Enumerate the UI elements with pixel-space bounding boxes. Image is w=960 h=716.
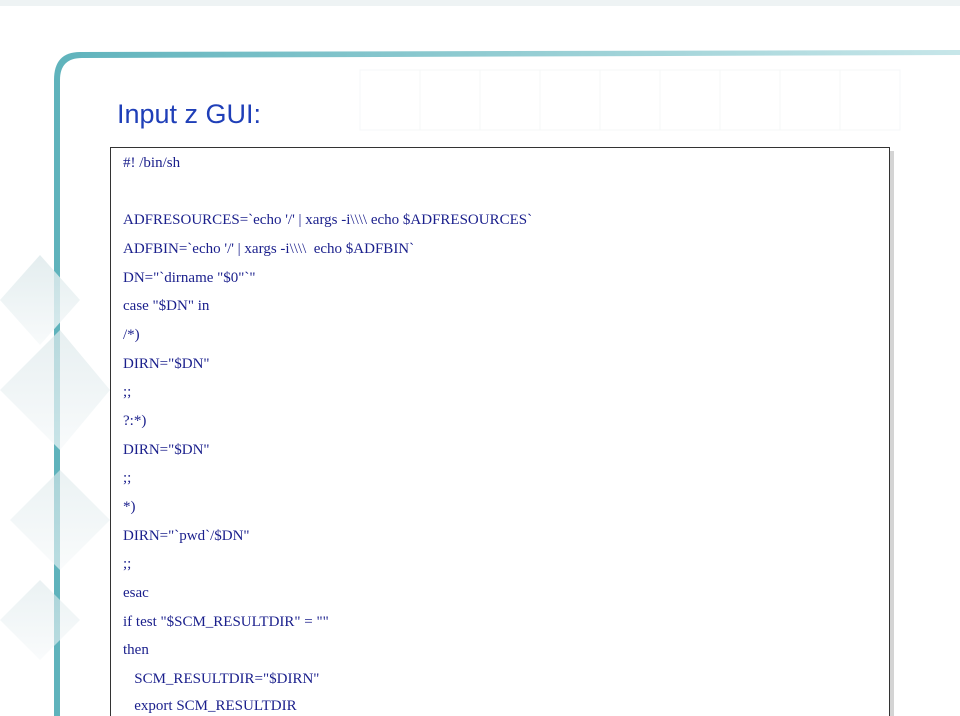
code-line: SCM_RESULTDIR="$DIRN" [123, 671, 320, 687]
code-line: ;; [123, 470, 132, 486]
code-line: ;; [123, 556, 132, 572]
code-line: ?:*) [123, 413, 147, 429]
code-line: /*) [123, 327, 140, 343]
code-line: *) [123, 499, 136, 515]
code-line: ADFRESOURCES=`echo '/' | xargs -i\\\\ ec… [123, 212, 533, 228]
slide-title: Input z GUI: [117, 99, 262, 129]
code-line: DIRN="$DN" [123, 356, 210, 372]
code-line: if test "$SCM_RESULTDIR" = "" [123, 614, 329, 630]
code-line: DIRN="`pwd`/$DN" [123, 528, 250, 544]
code-line: ;; [123, 384, 132, 400]
code-line: then [123, 642, 149, 658]
code-line: DIRN="$DN" [123, 442, 210, 458]
code-line: DN="`dirname "$0"`" [123, 270, 256, 286]
code-line: esac [123, 585, 149, 601]
code-line: case "$DN" in [123, 298, 210, 314]
code-line: #! /bin/sh [123, 155, 181, 171]
slide: Input z GUI: #! /bin/sh ADFRESOURCES=`ec… [0, 0, 960, 716]
code-line: ADFBIN=`echo '/' | xargs -i\\\\ echo $AD… [123, 241, 415, 257]
code-line: export SCM_RESULTDIR [123, 698, 297, 714]
